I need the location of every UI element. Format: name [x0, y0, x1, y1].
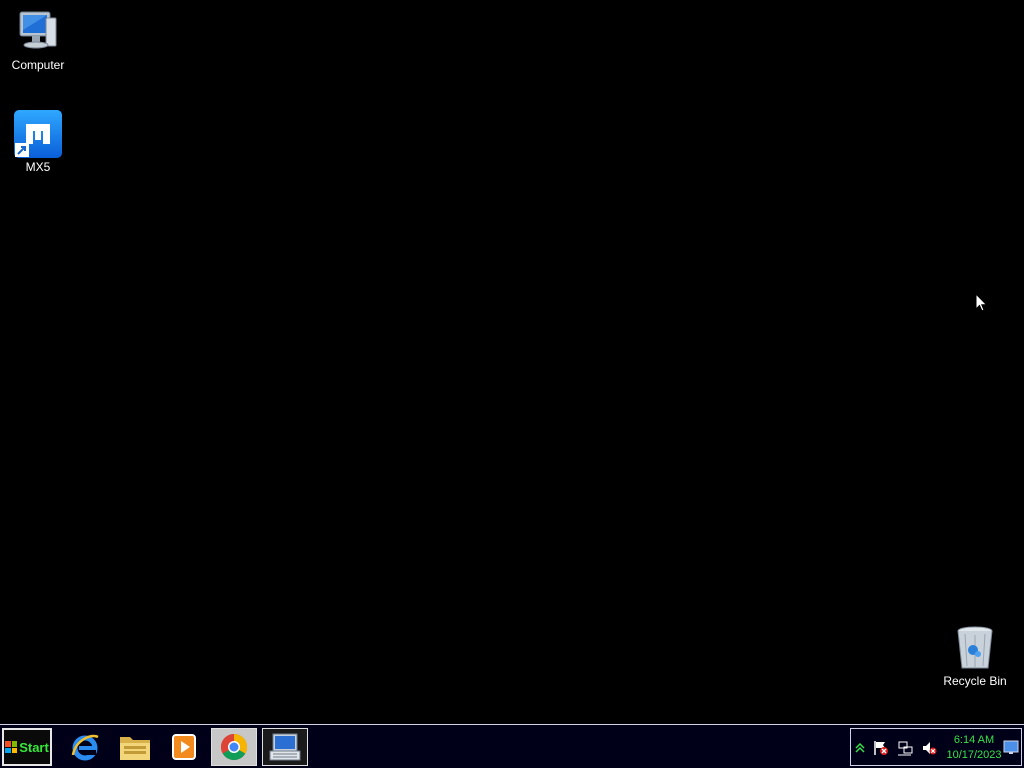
chrome-icon [220, 733, 248, 761]
network-icon[interactable] [896, 739, 914, 757]
desktop-icon-computer[interactable]: Computer [0, 8, 76, 72]
desktop-icon-label: Computer [11, 58, 65, 72]
show-hidden-icons-icon[interactable] [851, 739, 869, 757]
taskbar-windows-explorer[interactable] [112, 728, 158, 766]
show-desktop-icon[interactable] [1003, 739, 1019, 755]
clock-time: 6:14 AM [953, 734, 995, 746]
volume-muted-icon[interactable] [920, 739, 938, 757]
desktop-icon-label: MX5 [25, 160, 51, 174]
internet-explorer-icon [71, 734, 99, 761]
media-player-icon [172, 734, 196, 760]
desktop-icon-label: Recycle Bin [943, 674, 1007, 688]
windows-logo-icon [5, 741, 18, 753]
desktop-icon-recycle-bin[interactable]: Recycle Bin [937, 624, 1013, 688]
desktop-icon-mx5[interactable]: MX5 [0, 110, 76, 174]
taskbar-internet-explorer[interactable] [62, 728, 108, 766]
taskbar: Start 6:14 AM 10/17/2023 [0, 724, 1024, 768]
action-center-flag-icon[interactable] [872, 739, 890, 757]
taskbar-media-player[interactable] [161, 728, 207, 766]
start-label: Start [19, 739, 49, 755]
taskbar-google-chrome[interactable] [211, 728, 257, 766]
keyboard-icon [269, 733, 301, 761]
mouse-cursor-icon [975, 293, 988, 312]
maxthon-mx5-icon [14, 110, 62, 158]
folder-icon [120, 737, 150, 760]
desktop[interactable]: Computer MX5 Recycle Bin [0, 0, 1024, 724]
taskbar-on-screen-keyboard[interactable] [262, 728, 308, 766]
recycle-bin-icon [951, 624, 999, 672]
clock-date: 10/17/2023 [946, 749, 1002, 761]
computer-icon [14, 8, 62, 56]
notification-area: 6:14 AM 10/17/2023 [850, 728, 1022, 766]
clock[interactable]: 6:14 AM 10/17/2023 [943, 733, 1005, 763]
start-button[interactable]: Start [2, 728, 52, 766]
